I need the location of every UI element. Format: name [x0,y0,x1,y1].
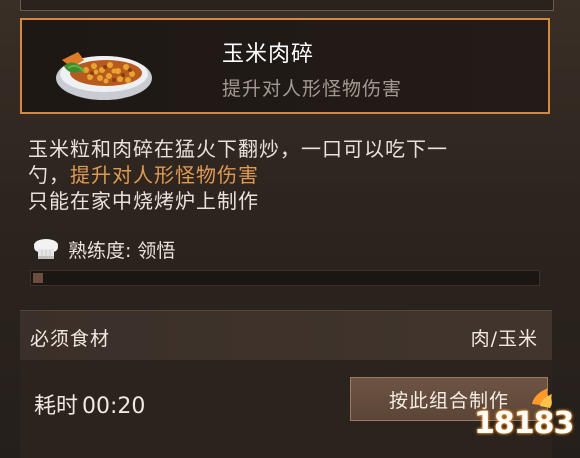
proficiency-progress-bar [30,270,540,286]
description-highlight: 提升对人形怪物伤害 [70,163,259,187]
description-line-2-prefix: 勺， [28,163,70,187]
recipe-name: 玉米肉碎 [222,42,315,67]
proficiency-row: 熟练度: 领悟 [30,236,175,262]
site-watermark-logo: 18183 [474,386,574,452]
proficiency-progress-fill [33,273,44,283]
recipe-effect: 提升对人形怪物伤害 [222,78,403,100]
craft-time-label: 耗时 [34,394,79,419]
recipe-detail-panel: 玉米肉碎 提升对人形怪物伤害 玉米粒和肉碎在猛火下翻炒，一口可以吃下一 勺，提升… [0,0,580,458]
previous-item-edge [20,0,554,11]
description-line-2: 勺，提升对人形怪物伤害 [28,162,548,188]
ingredients-row: 必须食材 肉/玉米 [20,310,552,361]
craft-time-value: 00:20 [82,394,146,419]
selected-recipe-card[interactable]: 玉米肉碎 提升对人形怪物伤害 [20,18,550,114]
craft-time: 耗时 00:20 [34,388,145,420]
watermark-text: 18183 [474,406,574,441]
description-line-1: 玉米粒和肉碎在猛火下翻炒，一口可以吃下一 [28,137,448,161]
proficiency-label: 熟练度: [68,239,132,262]
description-line-3: 只能在家中烧烤炉上制作 [28,189,259,213]
ingredients-label: 必须食材 [30,328,111,350]
corn-minced-meat-dish-icon [56,52,152,100]
ingredients-value: 肉/玉米 [470,328,538,350]
craft-footer: 耗时 00:20 按此组合制作 [20,360,552,458]
recipe-description: 玉米粒和肉碎在猛火下翻炒，一口可以吃下一 勺，提升对人形怪物伤害 只能在家中烧烤… [28,136,548,214]
chef-hat-icon [34,239,58,259]
proficiency-value: 领悟 [137,239,176,262]
